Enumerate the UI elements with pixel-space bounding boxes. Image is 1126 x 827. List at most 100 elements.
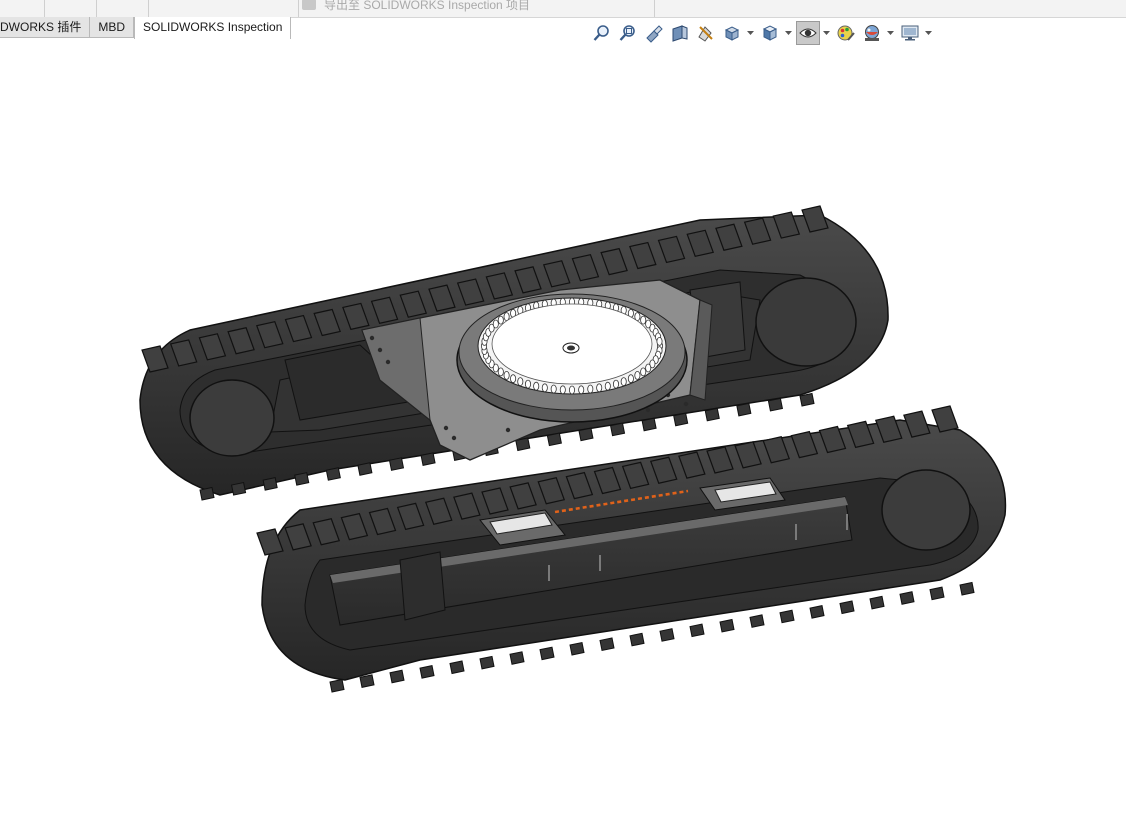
- track-grouser: [357, 462, 373, 476]
- gear-tooth: [620, 377, 627, 387]
- gear-tooth: [569, 385, 576, 395]
- crawler-undercarriage-model[interactable]: [0, 45, 1126, 822]
- track-grouser: [767, 397, 784, 412]
- export-to-inspection-project-button[interactable]: 导出至 SOLIDWORKS Inspection 项目: [302, 0, 530, 13]
- section-view-button[interactable]: [668, 21, 692, 45]
- view-orientation-dropdown[interactable]: [746, 21, 755, 45]
- track-grouser: [749, 614, 765, 628]
- view-settings-icon: [901, 25, 919, 41]
- export-to-inspection-project-label: 导出至 SOLIDWORKS Inspection 项目: [324, 0, 531, 12]
- gear-tooth: [559, 385, 566, 395]
- track-grouser: [230, 481, 247, 496]
- gear-tooth: [596, 383, 603, 393]
- gear-tooth: [497, 367, 504, 377]
- track-grouser: [420, 452, 436, 466]
- track-grouser: [199, 486, 215, 501]
- zoom-to-area-icon: [619, 25, 635, 41]
- gear-tooth: [634, 370, 641, 380]
- hide-show-items-button[interactable]: [796, 21, 820, 45]
- gear-tooth: [613, 379, 620, 389]
- export-icon: [302, 0, 316, 10]
- previous-view-button[interactable]: [642, 21, 666, 45]
- tab-solidworks-addins[interactable]: DWORKS 插件: [0, 17, 91, 38]
- track-grouser: [325, 467, 341, 481]
- apply-scene-dropdown[interactable]: [886, 21, 895, 45]
- gear-tooth: [578, 385, 585, 395]
- track-grouser: [262, 477, 278, 491]
- view-settings-dropdown[interactable]: [924, 21, 933, 45]
- gear-tooth: [640, 367, 647, 377]
- track-grouser: [959, 581, 975, 596]
- view-orientation-button[interactable]: [720, 21, 744, 45]
- gear-tooth: [525, 379, 532, 389]
- zoom-to-area-button[interactable]: [616, 21, 640, 45]
- track-grouser: [799, 392, 815, 407]
- track-grouser: [689, 623, 705, 638]
- track-grouser: [899, 591, 915, 605]
- track-grouser: [641, 417, 657, 432]
- track-grouser: [719, 618, 735, 633]
- gear-tooth: [656, 336, 663, 346]
- track-grouser: [779, 609, 795, 624]
- gear-tooth: [497, 315, 504, 325]
- dynamic-annotation-icon: [698, 26, 713, 42]
- chevron-down-icon: [925, 30, 932, 35]
- gear-tooth: [604, 381, 611, 391]
- display-style-button[interactable]: [758, 21, 782, 45]
- zoom-to-fit-icon: [593, 25, 609, 41]
- display-style-icon: [762, 25, 778, 41]
- track-grouser: [449, 660, 465, 675]
- tab-mbd[interactable]: MBD: [90, 17, 135, 38]
- track-grouser: [359, 674, 375, 688]
- track-grouser: [673, 412, 689, 427]
- zoom-to-fit-button[interactable]: [590, 21, 614, 45]
- track-grouser: [388, 457, 405, 471]
- gear-tooth: [533, 381, 540, 391]
- chevron-down-icon: [887, 30, 894, 35]
- gear-tooth: [503, 370, 510, 380]
- track-grouser: [294, 472, 310, 486]
- track-grouser: [569, 641, 585, 656]
- hide-show-items-dropdown[interactable]: [822, 21, 831, 45]
- track-grouser: [736, 402, 752, 417]
- gear-tooth: [640, 315, 647, 325]
- view-orientation-icon: [724, 26, 740, 41]
- track-grouser: [578, 427, 594, 442]
- apply-scene-button[interactable]: [860, 21, 884, 45]
- track-grouser: [609, 422, 626, 437]
- gear-tooth: [627, 374, 634, 384]
- track-grouser: [329, 678, 345, 693]
- apply-scene-icon: [865, 25, 879, 41]
- view-settings-button[interactable]: [898, 21, 922, 45]
- previous-view-icon: [646, 25, 663, 43]
- gear-tooth: [550, 384, 557, 394]
- slewing-ring-bearing: [456, 293, 688, 423]
- track-grouser: [546, 432, 562, 447]
- track-grouser: [659, 628, 675, 642]
- tab-solidworks-inspection[interactable]: SOLIDWORKS Inspection: [134, 17, 292, 39]
- track-grouser: [599, 637, 615, 652]
- chevron-down-icon: [785, 30, 792, 35]
- track-grouser: [839, 600, 855, 615]
- track-grouser: [929, 586, 945, 601]
- heads-up-view-toolbar: [590, 21, 936, 45]
- gear-tooth: [541, 383, 548, 393]
- graphics-area[interactable]: [0, 45, 1126, 822]
- track-grouser: [809, 605, 825, 619]
- ribbon-top-strip: 导出至 SOLIDWORKS Inspection 项目: [0, 0, 1126, 18]
- track-grouser: [539, 646, 555, 661]
- gear-tooth: [587, 384, 594, 394]
- chevron-down-icon: [747, 30, 754, 35]
- track-grouser: [419, 665, 435, 679]
- edit-appearance-button[interactable]: [834, 21, 858, 45]
- dynamic-annotation-views-button[interactable]: [694, 21, 718, 45]
- track-grouser: [479, 655, 495, 670]
- track-grouser: [704, 407, 720, 422]
- gear-tooth: [645, 363, 652, 373]
- gear-tooth: [517, 377, 524, 387]
- section-view-icon: [672, 25, 688, 42]
- edit-appearance-icon: [837, 25, 855, 41]
- track-grouser: [869, 595, 885, 610]
- display-style-dropdown[interactable]: [784, 21, 793, 45]
- hide-show-items-icon: [799, 28, 817, 38]
